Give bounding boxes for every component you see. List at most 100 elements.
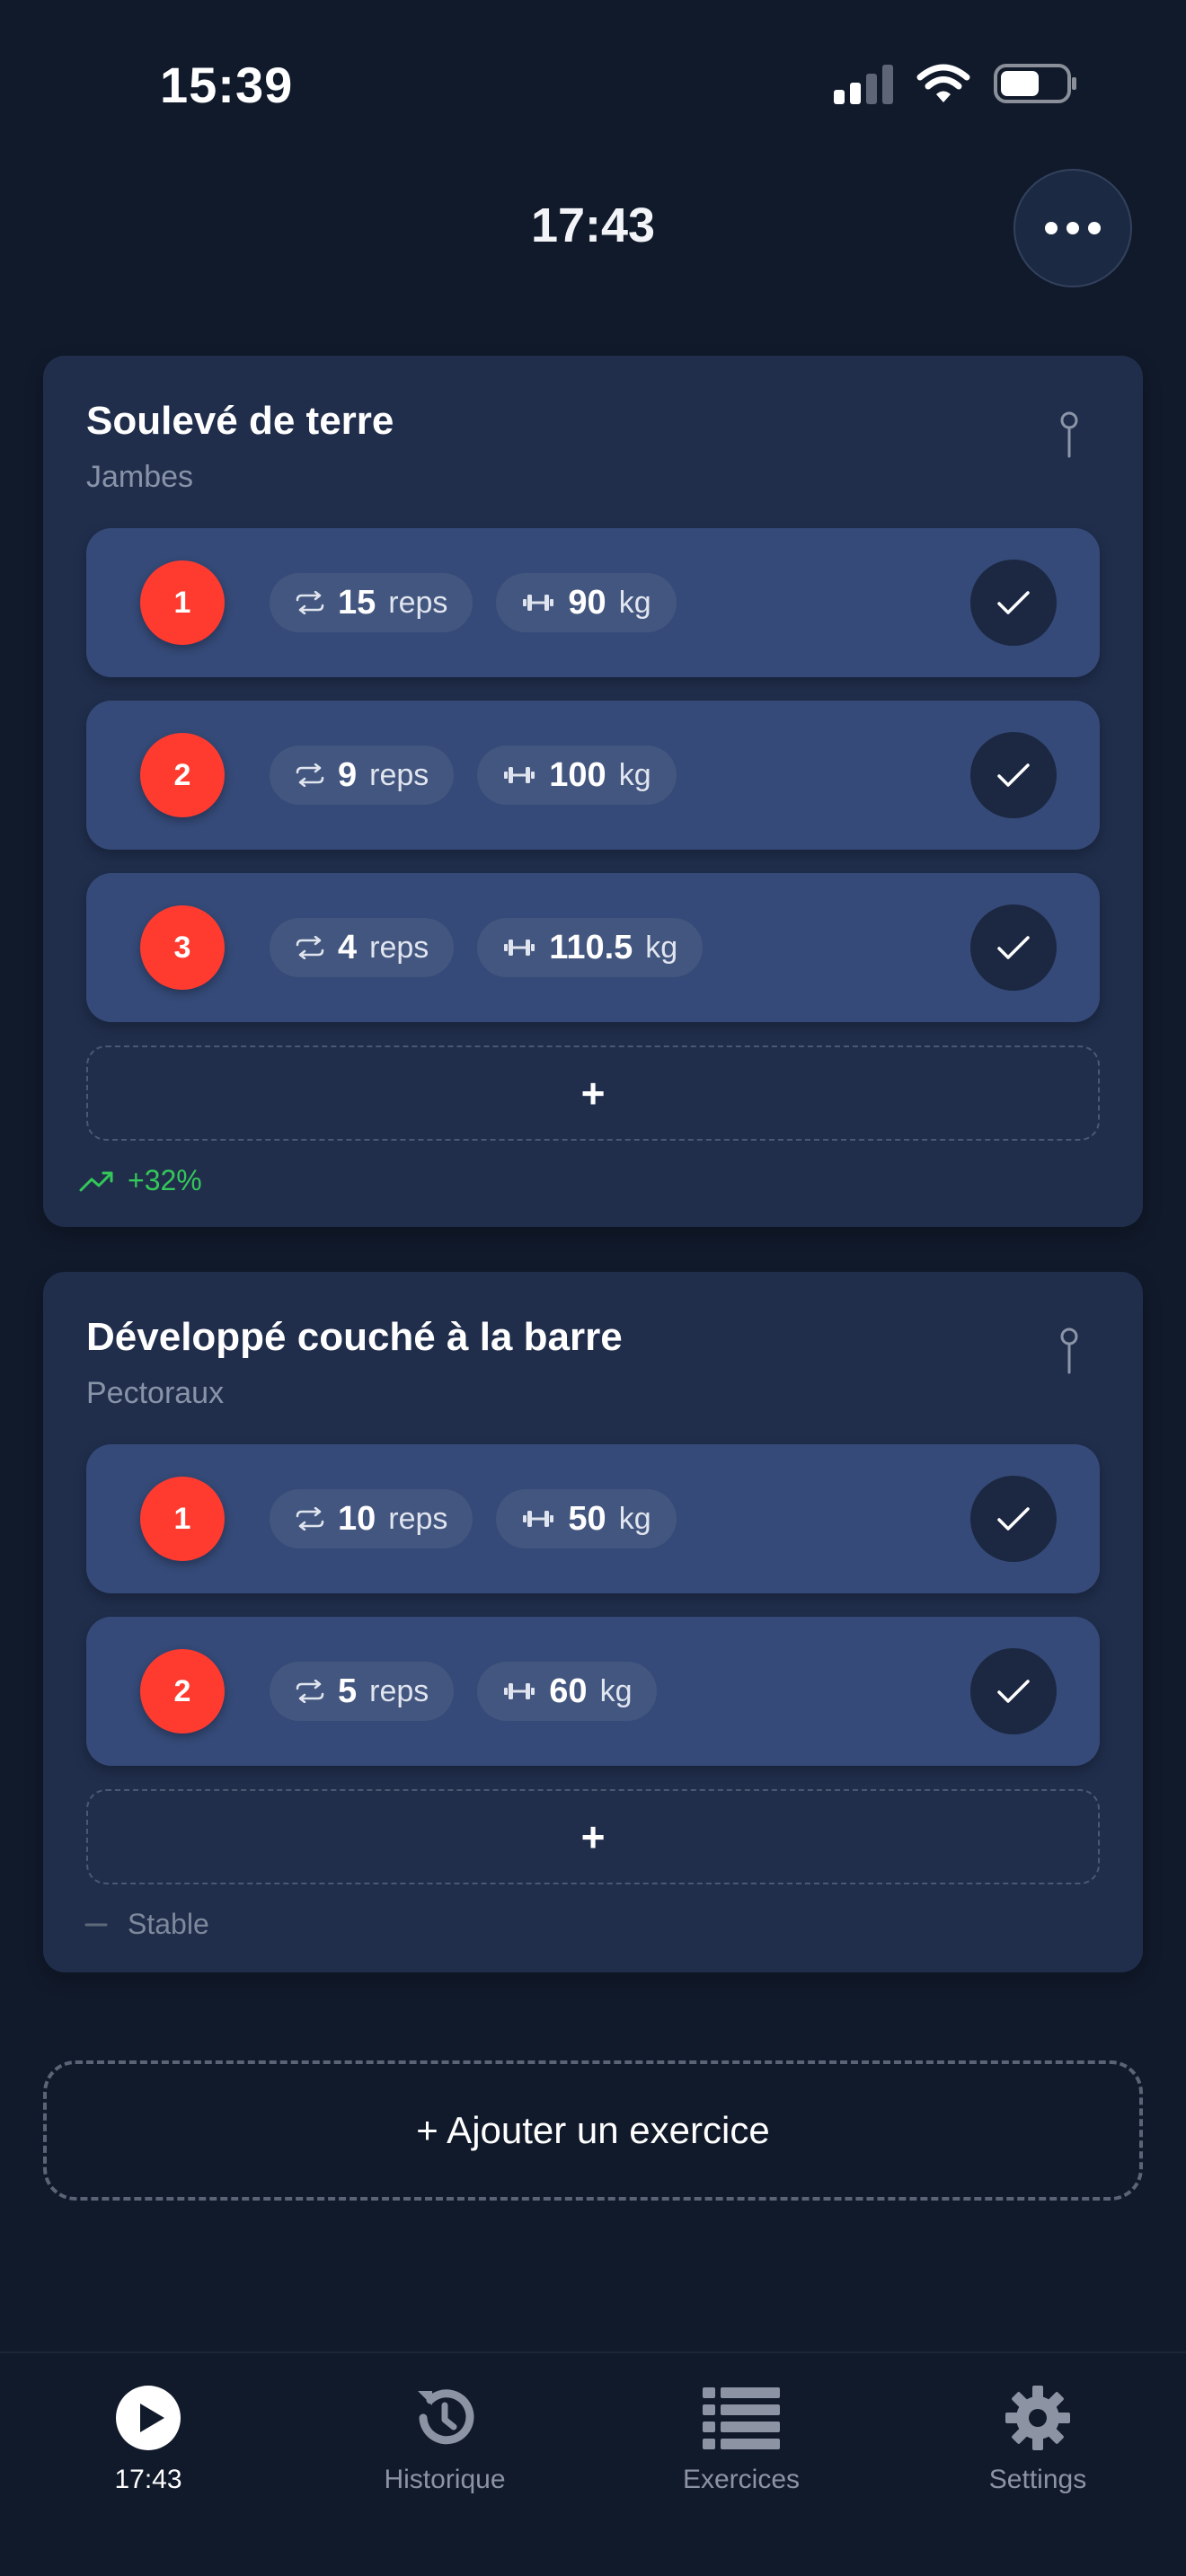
weight-chip[interactable]: 60 kg	[477, 1662, 658, 1721]
reps-unit: reps	[388, 1501, 448, 1536]
reps-value: 5	[338, 1672, 358, 1710]
dumbbell-icon	[504, 940, 535, 956]
progress-trend: Stable	[79, 1908, 209, 1941]
tab-settings[interactable]: Settings	[930, 2375, 1146, 2495]
tab-label: 17:43	[114, 2465, 182, 2494]
set-row[interactable]: 2 5 reps 60 kg	[86, 1617, 1100, 1766]
tab-exercises[interactable]: Exercices	[633, 2375, 849, 2495]
pin-icon[interactable]	[1058, 410, 1080, 460]
trend-value: Stable	[128, 1908, 209, 1940]
set-number-badge: 1	[140, 1477, 225, 1561]
checkmark-icon	[997, 1507, 1030, 1531]
reps-value: 10	[338, 1499, 376, 1538]
pin-icon[interactable]	[1058, 1326, 1080, 1376]
dumbbell-icon	[504, 767, 535, 783]
dumbbell-icon	[504, 1683, 535, 1699]
reps-chip[interactable]: 15 reps	[270, 573, 474, 632]
checkmark-icon	[997, 763, 1030, 787]
wifi-icon	[916, 64, 970, 102]
tab-label: Exercices	[682, 2465, 801, 2494]
complete-set-button[interactable]	[970, 732, 1057, 818]
play-circle-icon	[116, 2386, 181, 2450]
trend-value: +32%	[128, 1164, 202, 1196]
weight-chip[interactable]: 100 kg	[477, 745, 677, 805]
reps-chip[interactable]: 10 reps	[270, 1489, 474, 1548]
weight-value: 100	[549, 755, 606, 794]
tab-workout[interactable]: 17:43	[40, 2375, 256, 2495]
add-set-button[interactable]: +	[86, 1045, 1100, 1141]
weight-unit: kg	[599, 1673, 633, 1708]
exercise-name: Développé couché à la barre	[86, 1315, 623, 1359]
repeat-icon	[296, 1507, 324, 1531]
weight-value: 50	[568, 1499, 606, 1538]
checkmark-icon	[997, 591, 1030, 614]
reps-value: 9	[338, 755, 358, 794]
weight-value: 90	[568, 583, 606, 622]
more-icon	[1045, 222, 1058, 234]
exercise-muscle-group: Jambes	[86, 460, 194, 494]
reps-chip[interactable]: 4 reps	[270, 918, 455, 977]
set-number-badge: 1	[140, 560, 225, 645]
repeat-icon	[296, 763, 324, 787]
dumbbell-icon	[523, 595, 554, 611]
tab-label: Historique	[384, 2465, 506, 2494]
reps-value: 15	[338, 583, 376, 622]
more-options-button[interactable]	[1013, 169, 1132, 287]
progress-trend: +32%	[79, 1164, 202, 1197]
status-bar: 15:39	[0, 0, 1186, 171]
complete-set-button[interactable]	[970, 904, 1057, 991]
exercise-muscle-group: Pectoraux	[86, 1376, 225, 1410]
status-icons	[834, 63, 1078, 104]
repeat-icon	[296, 1680, 324, 1703]
set-row[interactable]: 3 4 reps 110.5 kg	[86, 873, 1100, 1022]
add-set-button[interactable]: +	[86, 1789, 1100, 1884]
status-time: 15:39	[160, 57, 294, 113]
complete-set-button[interactable]	[970, 1476, 1057, 1562]
repeat-icon	[296, 936, 324, 959]
set-number-badge: 3	[140, 905, 225, 990]
gear-icon	[1005, 2386, 1070, 2450]
weight-chip[interactable]: 90 kg	[496, 573, 677, 632]
weight-value: 110.5	[549, 928, 633, 966]
tab-bar: 17:43 Historique Exercices Settings	[0, 2351, 1186, 2576]
weight-chip[interactable]: 50 kg	[496, 1489, 677, 1548]
complete-set-button[interactable]	[970, 1648, 1057, 1734]
exercise-card: Développé couché à la barre Pectoraux 1 …	[43, 1272, 1143, 1972]
more-icon-dot	[1088, 222, 1101, 234]
more-icon-dot	[1067, 222, 1079, 234]
list-icon	[703, 2387, 780, 2449]
trend-up-icon	[79, 1171, 113, 1191]
weight-unit: kg	[618, 757, 651, 792]
checkmark-icon	[997, 1680, 1030, 1703]
set-row[interactable]: 1 15 reps 90 kg	[86, 528, 1100, 677]
complete-set-button[interactable]	[970, 560, 1057, 646]
exercise-card: Soulevé de terre Jambes 1 15 reps 90 kg …	[43, 356, 1143, 1227]
reps-unit: reps	[369, 930, 429, 965]
weight-unit: kg	[618, 585, 651, 620]
dash-icon	[84, 1923, 108, 1926]
history-icon	[418, 2389, 474, 2445]
set-row[interactable]: 2 9 reps 100 kg	[86, 701, 1100, 850]
reps-unit: reps	[369, 1673, 429, 1708]
set-number-badge: 2	[140, 1649, 225, 1734]
exercise-name: Soulevé de terre	[86, 399, 394, 443]
battery-icon	[994, 64, 1076, 103]
cellular-signal-icon	[834, 63, 893, 104]
reps-unit: reps	[369, 757, 429, 792]
tab-history[interactable]: Historique	[337, 2375, 553, 2495]
weight-unit: kg	[618, 1501, 651, 1536]
checkmark-icon	[997, 936, 1030, 959]
dumbbell-icon	[523, 1511, 554, 1527]
tab-label: Settings	[988, 2465, 1087, 2494]
weight-value: 60	[549, 1672, 588, 1710]
repeat-icon	[296, 591, 324, 614]
reps-unit: reps	[388, 585, 448, 620]
workout-timer: 17:43	[530, 198, 656, 252]
reps-chip[interactable]: 5 reps	[270, 1662, 455, 1721]
reps-chip[interactable]: 9 reps	[270, 745, 455, 805]
weight-chip[interactable]: 110.5 kg	[477, 918, 704, 977]
reps-value: 4	[338, 928, 358, 966]
set-number-badge: 2	[140, 733, 225, 817]
set-row[interactable]: 1 10 reps 50 kg	[86, 1444, 1100, 1593]
add-exercise-button[interactable]: + Ajouter un exercice	[43, 2060, 1143, 2201]
